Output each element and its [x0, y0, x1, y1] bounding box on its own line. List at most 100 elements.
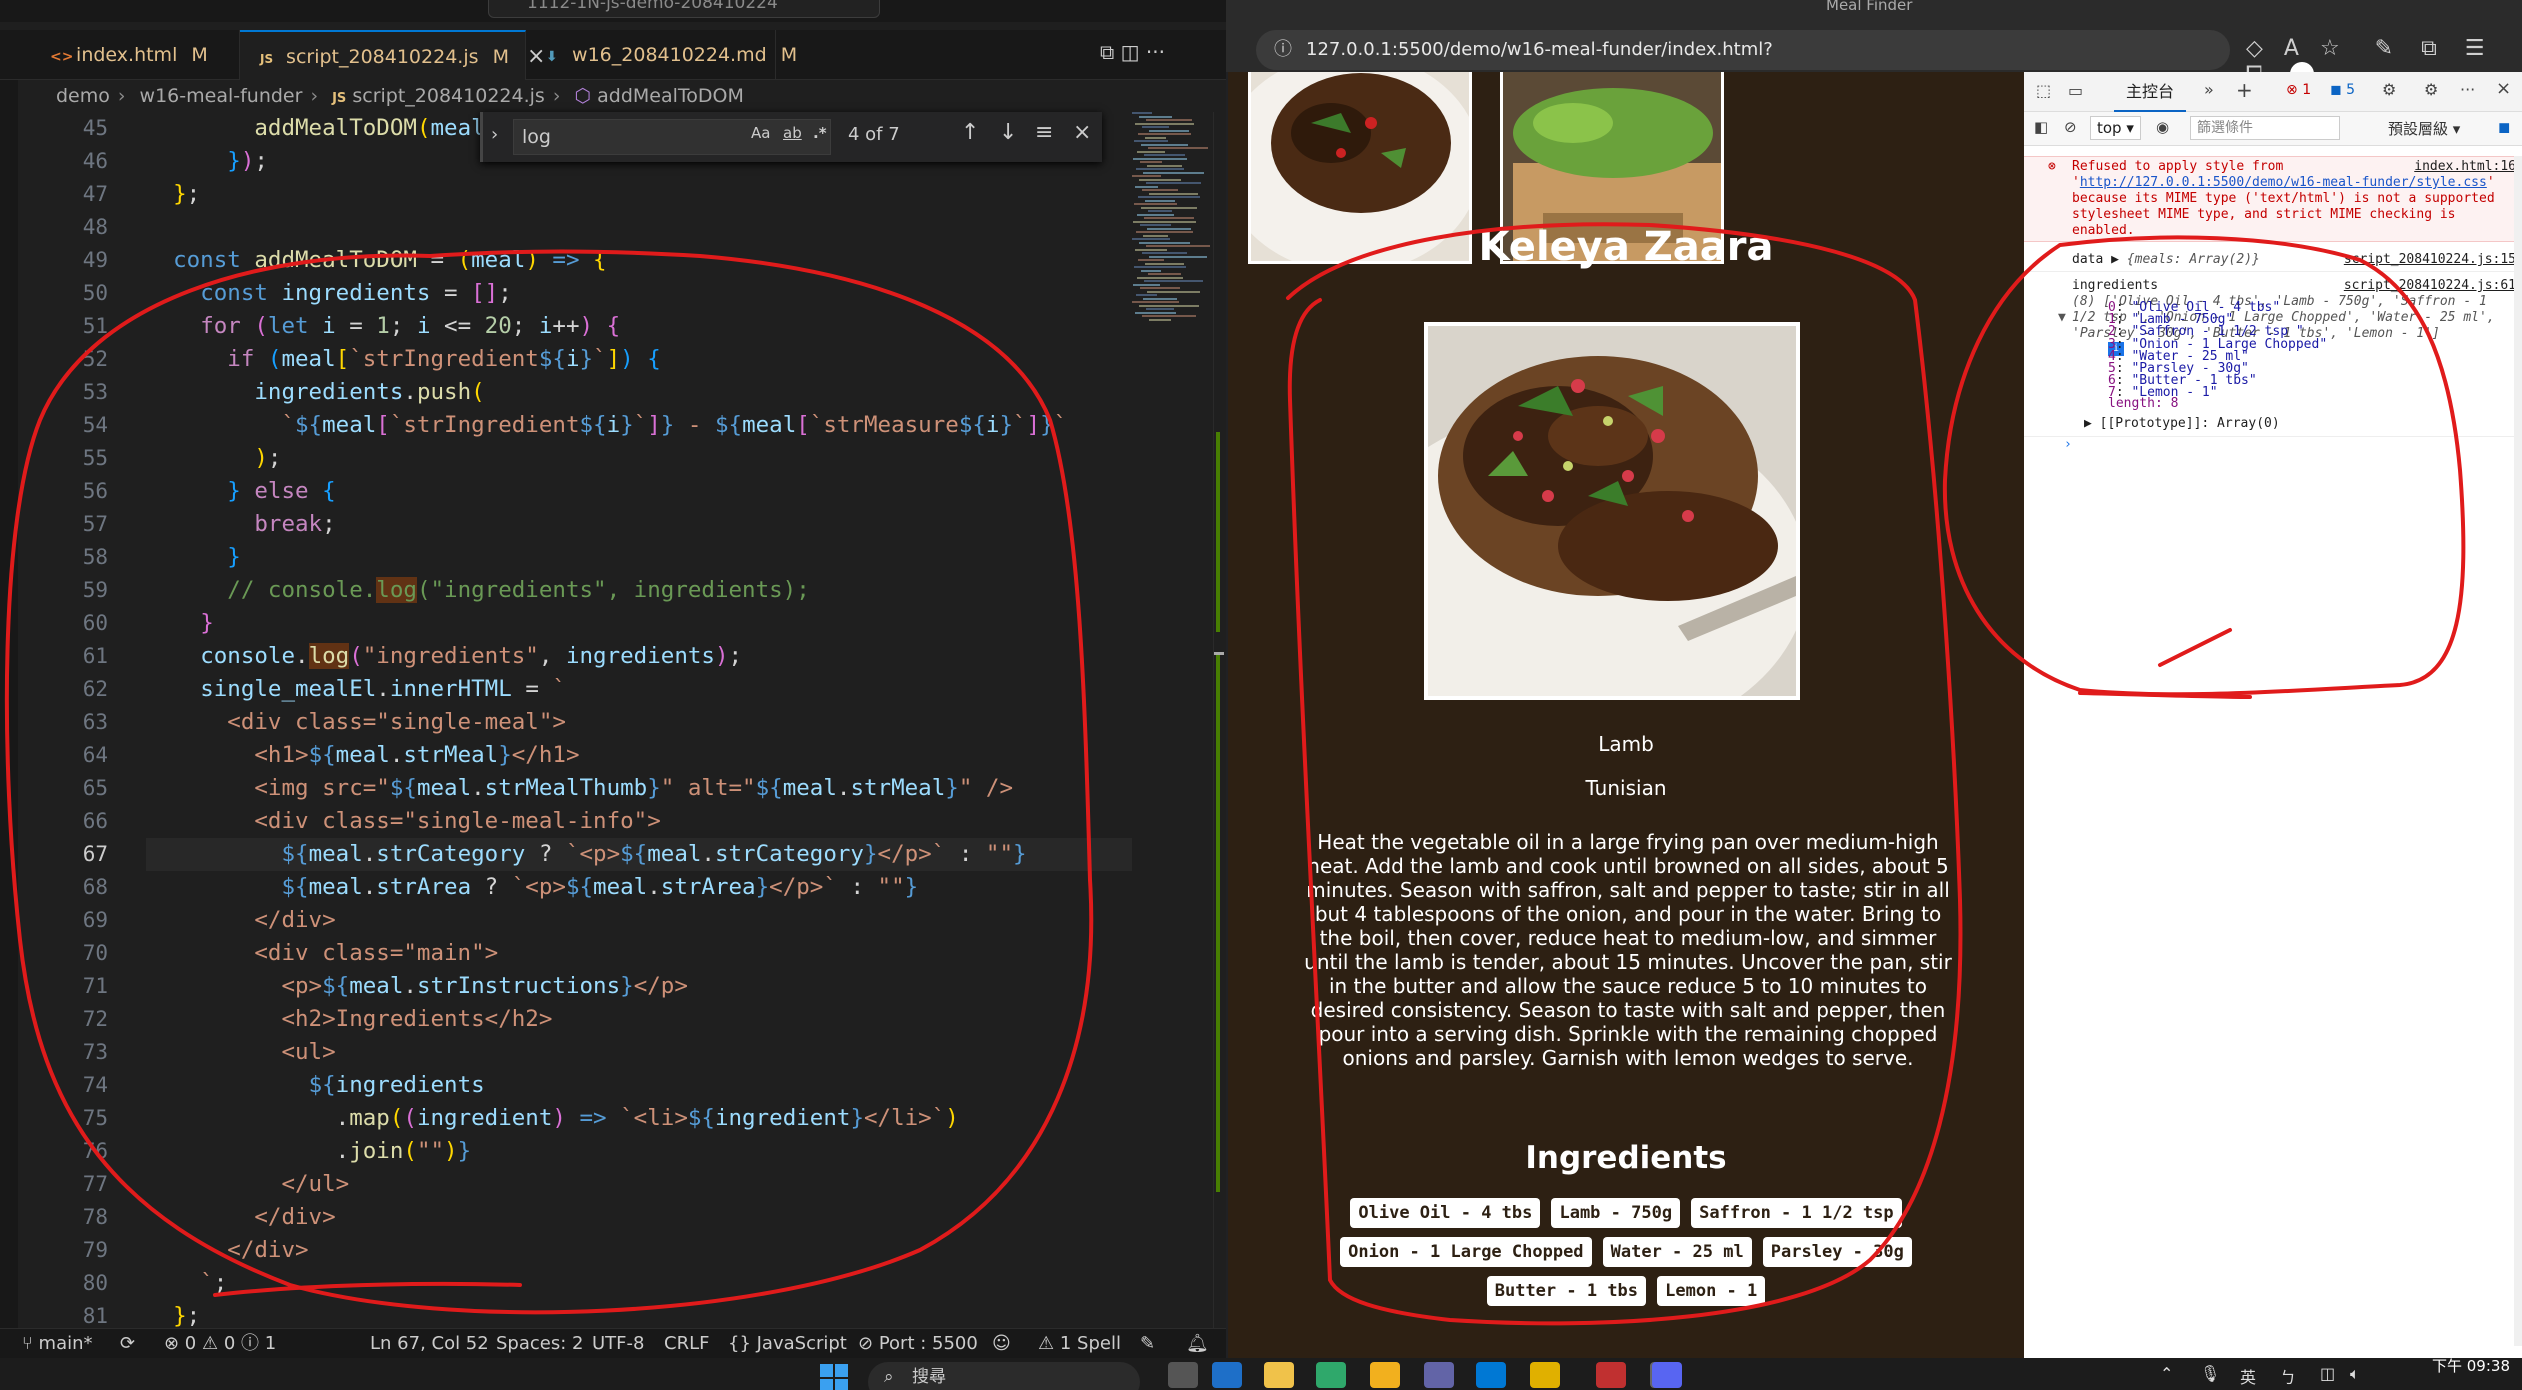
meal-photo: [1428, 326, 1796, 696]
close-icon[interactable]: ×: [2496, 78, 2511, 99]
live-server-port[interactable]: ⊘ Port : 5500: [858, 1329, 978, 1358]
browser-toolbar: ⓘ 127.0.0.1:5500/demo/w16-meal-funder/in…: [1226, 28, 2522, 86]
spell-check-status[interactable]: ⚠ 1 Spell: [1038, 1329, 1121, 1358]
next-match-icon[interactable]: ↓: [999, 120, 1017, 145]
network-icon[interactable]: ⚙: [2382, 80, 2396, 99]
whole-word-toggle[interactable]: ab: [783, 124, 802, 142]
breadcrumb-item[interactable]: demo: [56, 85, 110, 107]
discord-icon[interactable]: [1652, 1362, 1682, 1388]
app-icon[interactable]: [1530, 1362, 1560, 1388]
encoding[interactable]: UTF-8: [592, 1329, 644, 1358]
favorite-icon[interactable]: ☆: [2320, 36, 2340, 61]
devtools-scrollbar[interactable]: [2514, 156, 2522, 1346]
issues-icon[interactable]: ◼: [2498, 118, 2510, 136]
minimap-line: [1140, 161, 1162, 163]
match-case-toggle[interactable]: Aa: [751, 124, 770, 142]
feedback-icon[interactable]: ✎: [1140, 1329, 1155, 1358]
array-prototype[interactable]: ▶ [[Prototype]]: Array(0): [2024, 416, 2522, 432]
sidebar-toggle-icon[interactable]: ◧: [2034, 118, 2048, 136]
live-expression-icon[interactable]: ◉: [2156, 118, 2169, 136]
minimap-line: [1134, 140, 1168, 142]
settings-icon[interactable]: ⚙: [2424, 80, 2438, 99]
ime-icon[interactable]: ㄅ: [2280, 1364, 2296, 1388]
editor-scrollbar[interactable]: [1213, 112, 1226, 1328]
inspect-icon[interactable]: ⬚: [2036, 81, 2051, 100]
line-number: 58: [82, 545, 108, 569]
url-text: 127.0.0.1:5500/demo/w16-meal-funder/inde…: [1306, 39, 1773, 60]
error-count-badge[interactable]: ⊗ 1: [2286, 82, 2311, 98]
more-tabs-icon[interactable]: »: [2204, 80, 2214, 99]
notifications-icon[interactable]: 🔔︎: [1186, 1329, 1209, 1358]
minimap-line: [1146, 119, 1192, 121]
microphone-icon[interactable]: 🎙︎: [2200, 1364, 2220, 1383]
log-levels-dropdown[interactable]: 預設層級 ▾: [2388, 118, 2460, 139]
code-editor[interactable]: addMealToDOM(meal); }); }; const addMeal…: [146, 112, 1146, 1328]
branch-status[interactable]: ⑂ main*: [22, 1329, 93, 1358]
extensions-puzzle-icon[interactable]: ⧉: [2421, 36, 2437, 61]
read-aloud-icon[interactable]: A: [2284, 36, 2299, 61]
input-language[interactable]: 英: [2240, 1364, 2256, 1388]
tab-console[interactable]: 主控台: [2114, 72, 2187, 112]
taskbar-search[interactable]: ⌕ 搜尋: [868, 1362, 1140, 1390]
info-icon[interactable]: ⓘ: [1274, 30, 1292, 70]
mail-icon[interactable]: [1212, 1362, 1242, 1388]
extension-icon[interactable]: ◇: [2246, 36, 2263, 61]
breadcrumb-item[interactable]: w16-meal-funder: [140, 85, 303, 107]
tab-script-js[interactable]: JS script_208410224.js M ×: [240, 30, 545, 80]
line-number: 47: [82, 182, 108, 206]
command-center[interactable]: 1112-1N-js-demo-208410224: [488, 0, 880, 18]
network-icon[interactable]: ◫: [2320, 1364, 2335, 1383]
console-prompt[interactable]: ›: [2024, 436, 2522, 460]
vscode-icon[interactable]: [1476, 1362, 1506, 1388]
favorites-icon[interactable]: ☰: [2465, 36, 2485, 61]
ingredient-item: Saffron - 1 1/2 tsp: [1691, 1198, 1902, 1228]
breadcrumb-item[interactable]: addMealToDOM: [597, 85, 744, 107]
error-source-link[interactable]: index.html:16: [2414, 159, 2516, 175]
sync-icon[interactable]: ⟳: [120, 1329, 135, 1358]
find-in-selection-icon[interactable]: ≡: [1035, 120, 1053, 145]
clear-console-icon[interactable]: ⊘: [2064, 118, 2077, 136]
tray-chevron-icon[interactable]: ⌃: [2160, 1364, 2173, 1383]
edge-icon[interactable]: [1316, 1362, 1346, 1388]
minimap-line: [1133, 157, 1187, 160]
ingredient-item: Parsley - 30g: [1762, 1237, 1912, 1267]
cursor-position[interactable]: Ln 67, Col 52: [370, 1329, 489, 1358]
info-count-badge[interactable]: ◼ 5: [2330, 82, 2355, 98]
language-mode[interactable]: {} JavaScript: [728, 1329, 847, 1358]
log-source-link[interactable]: script_208410224.js:61: [2344, 278, 2516, 294]
line-number: 52: [82, 347, 108, 371]
log-source-link[interactable]: script_208410224.js:15: [2344, 252, 2516, 268]
toggle-replace-icon[interactable]: ›: [491, 124, 498, 145]
minimap[interactable]: [1128, 112, 1213, 352]
device-toolbar-icon[interactable]: ▭: [2068, 81, 2083, 100]
more-options-icon[interactable]: ···: [2460, 80, 2475, 99]
end-of-line[interactable]: CRLF: [664, 1329, 709, 1358]
file-explorer-icon[interactable]: [1264, 1362, 1294, 1388]
app-icon[interactable]: [1370, 1362, 1400, 1388]
console-filter-input[interactable]: 篩選條件: [2190, 116, 2340, 140]
previous-match-icon[interactable]: ↑: [961, 120, 979, 145]
copilot-icon[interactable]: ☺: [992, 1329, 1011, 1358]
address-bar[interactable]: ⓘ 127.0.0.1:5500/demo/w16-meal-funder/in…: [1256, 30, 2230, 70]
stylesheet-link[interactable]: http://127.0.0.1:5500/demo/w16-meal-fund…: [2080, 175, 2487, 190]
line-number: 71: [82, 974, 108, 998]
context-selector[interactable]: top ▾: [2090, 116, 2141, 140]
volume-icon[interactable]: 🔈︎: [2350, 1364, 2360, 1384]
breadcrumb-item[interactable]: script_208410224.js: [352, 85, 544, 107]
close-icon[interactable]: ×: [1073, 120, 1091, 145]
indentation[interactable]: Spaces: 2: [496, 1329, 583, 1358]
expand-arrow-icon[interactable]: ▶: [2111, 252, 2119, 267]
tab-index-html[interactable]: <> index.html M: [30, 30, 240, 80]
split-editor-icon[interactable]: ⧉ ◫ ···: [1100, 40, 1165, 64]
tab-md[interactable]: ⬇ w16_208410224.md M: [526, 30, 797, 80]
start-icon[interactable]: [820, 1364, 848, 1390]
pen-icon[interactable]: ✎: [2375, 36, 2393, 61]
regex-toggle[interactable]: .*: [813, 124, 827, 142]
taskbar-clock[interactable]: 下午 09:38: [2380, 1358, 2510, 1374]
app-icon[interactable]: [1596, 1362, 1626, 1388]
find-widget: › log Aa ab .* 4 of 7 ↑ ↓ ≡ ×: [480, 112, 1102, 162]
teams-icon[interactable]: [1424, 1362, 1454, 1388]
task-view-icon[interactable]: [1168, 1362, 1198, 1388]
problems-status[interactable]: ⊗ 0 ⚠ 0 ⓘ 1: [164, 1329, 276, 1358]
add-tab-icon[interactable]: +: [2236, 78, 2253, 102]
